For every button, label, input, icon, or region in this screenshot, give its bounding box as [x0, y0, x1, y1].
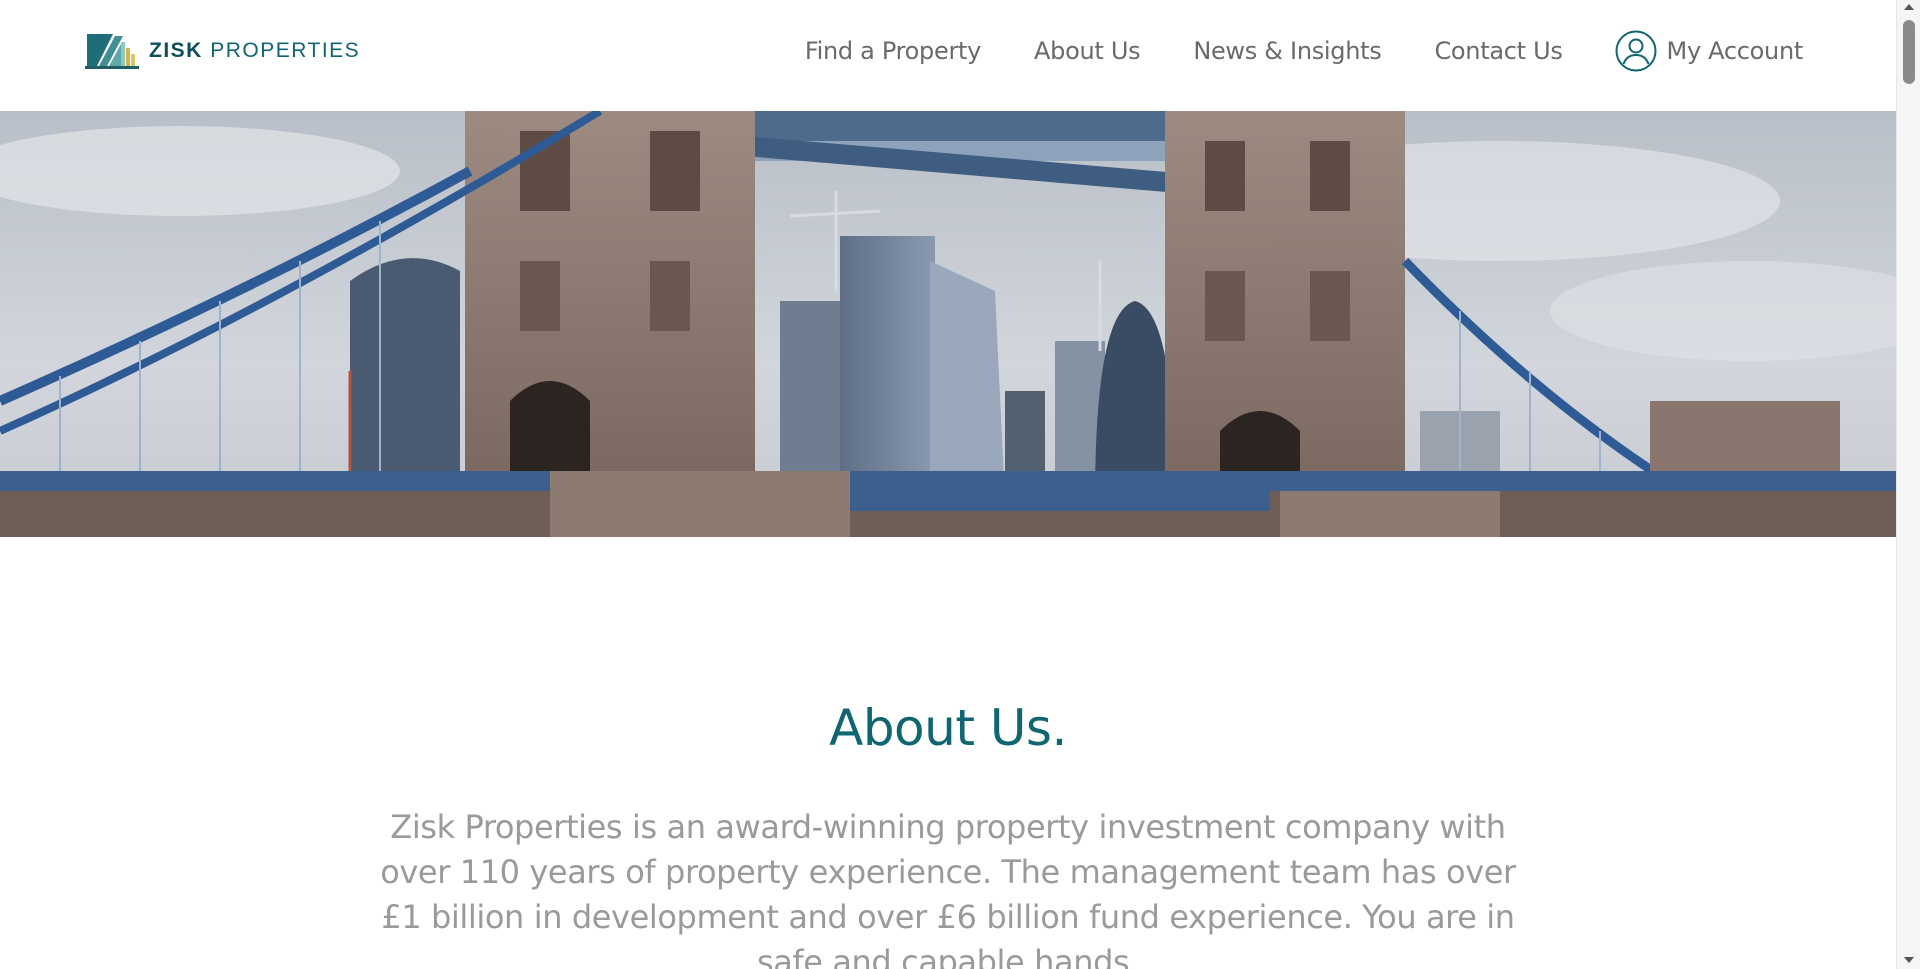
- nav-find-a-property[interactable]: Find a Property: [805, 37, 982, 65]
- about-description: Zisk Properties is an award-winning prop…: [380, 808, 1516, 969]
- scroll-down-arrow-icon[interactable]: [1904, 957, 1914, 963]
- page: ZISK PROPERTIES Find a Property About Us…: [0, 0, 1896, 969]
- site-logo[interactable]: ZISK PROPERTIES: [85, 30, 360, 72]
- logo-wordmark: ZISK PROPERTIES: [149, 39, 361, 62]
- logo-mark-icon: [85, 34, 139, 69]
- page-scrollbar[interactable]: [1896, 0, 1920, 969]
- scroll-up-arrow-icon[interactable]: [1904, 4, 1914, 10]
- tower-bridge-illustration: [0, 111, 1896, 537]
- main-nav: Find a Property About Us News & Insights…: [805, 28, 1803, 74]
- nav-about-us[interactable]: About Us: [1034, 37, 1141, 65]
- user-circle-icon: [1615, 30, 1657, 72]
- hero-image: [0, 111, 1896, 537]
- my-account-link[interactable]: My Account: [1615, 30, 1803, 72]
- scrollbar-thumb[interactable]: [1903, 20, 1915, 84]
- about-title: About Us.: [829, 699, 1067, 757]
- nav-contact-us[interactable]: Contact Us: [1434, 37, 1562, 65]
- site-header: ZISK PROPERTIES Find a Property About Us…: [0, 0, 1896, 111]
- my-account-label: My Account: [1666, 37, 1804, 65]
- about-section: About Us. Zisk Properties is an award-wi…: [0, 537, 1896, 969]
- nav-news-insights[interactable]: News & Insights: [1193, 37, 1381, 65]
